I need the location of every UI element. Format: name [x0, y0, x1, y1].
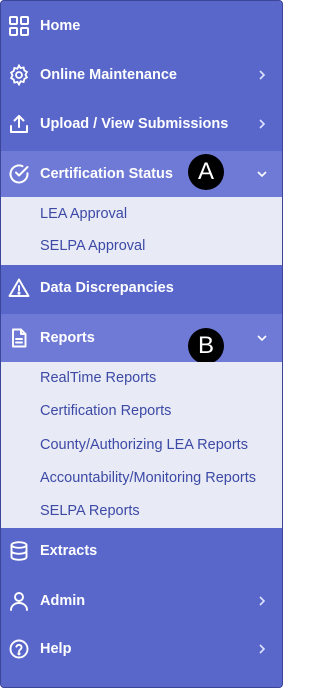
submenu-item-county-authorizing-lea-reports[interactable]: County/Authorizing LEA Reports [40, 437, 248, 453]
nav-item-data-discrepancies[interactable]: Data Discrepancies [1, 268, 282, 308]
submenu-item-realtime-reports[interactable]: RealTime Reports [40, 370, 156, 386]
chevron-right-icon [259, 119, 266, 129]
grid-icon [8, 15, 30, 37]
user-icon [8, 590, 30, 612]
upload-icon [8, 113, 30, 135]
callout-b: B [188, 328, 224, 364]
document-icon [8, 327, 30, 349]
submenu-item-accountability-monitoring-reports[interactable]: Accountability/Monitoring Reports [40, 470, 256, 486]
nav-item-label: Help [40, 641, 72, 657]
certification-submenu: LEA Approval SELPA Approval [1, 197, 282, 265]
nav-item-label: Data Discrepancies [40, 280, 174, 296]
nav-item-label: Upload / View Submissions [40, 116, 229, 132]
nav-item-home[interactable]: Home [1, 7, 282, 45]
nav-item-label: Certification Status [40, 166, 173, 182]
nav-item-extracts[interactable]: Extracts [1, 531, 282, 571]
chevron-right-icon [259, 596, 266, 606]
nav-item-label: Extracts [40, 543, 98, 559]
nav-item-admin[interactable]: Admin [1, 581, 282, 621]
nav-item-help[interactable]: Help [1, 629, 282, 669]
callout-a: A [188, 154, 224, 190]
nav-item-upload[interactable]: Upload / View Submissions [1, 104, 282, 144]
nav-item-online-maintenance[interactable]: Online Maintenance [1, 55, 282, 95]
submenu-item-selpa-reports[interactable]: SELPA Reports [40, 503, 140, 519]
sidebar-nav: Home Online Maintenance Upload / View Su… [0, 0, 283, 688]
nav-item-label: Home [40, 18, 81, 34]
chevron-right-icon [259, 70, 266, 80]
nav-item-certification-status[interactable]: Certification Status [1, 151, 282, 197]
nav-item-label: Online Maintenance [40, 67, 177, 83]
help-icon [8, 638, 30, 660]
submenu-item-selpa-approval[interactable]: SELPA Approval [40, 238, 145, 254]
submenu-item-certification-reports[interactable]: Certification Reports [40, 403, 171, 419]
nav-item-label: Admin [40, 593, 86, 609]
chevron-right-icon [259, 644, 266, 654]
chevron-down-icon [257, 335, 267, 342]
nav-item-label: Reports [40, 330, 95, 346]
submenu-item-lea-approval[interactable]: LEA Approval [40, 206, 127, 222]
check-circle-icon [8, 163, 30, 185]
chevron-down-icon [257, 171, 267, 178]
reports-submenu: RealTime Reports Certification Reports C… [1, 362, 282, 528]
gear-icon [8, 64, 30, 86]
nav-item-reports[interactable]: Reports [1, 314, 282, 362]
warning-icon [8, 277, 30, 299]
database-icon [8, 540, 30, 562]
